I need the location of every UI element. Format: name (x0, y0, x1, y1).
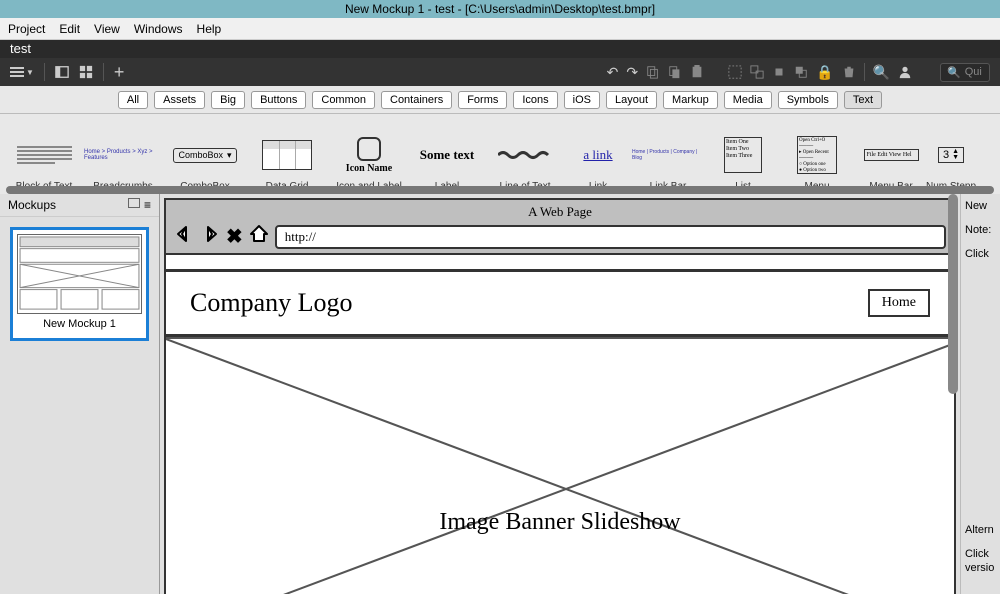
panel-view-icon[interactable] (128, 198, 140, 208)
menubar: Project Edit View Windows Help (0, 18, 1000, 40)
ungroup-icon[interactable] (750, 65, 764, 79)
cat-symbols[interactable]: Symbols (778, 91, 838, 109)
mockups-panel-title: Mockups (8, 198, 56, 212)
mockups-panel: Mockups ≡ (0, 194, 160, 594)
lib-num-stepper[interactable]: 3▲▼ Num.Stepp (930, 118, 972, 194)
menu-project[interactable]: Project (8, 22, 45, 36)
cat-layout[interactable]: Layout (606, 91, 657, 109)
home-button[interactable]: Home (868, 289, 930, 317)
browser-home-icon[interactable] (249, 224, 269, 249)
cat-icons[interactable]: Icons (513, 91, 557, 109)
browser-window-widget[interactable]: A Web Page ✖ http:// Company Logo Home (164, 198, 956, 594)
duplicate-icon[interactable] (668, 65, 682, 79)
image-slideshow-widget[interactable]: Image Banner Slideshow (166, 337, 954, 594)
redo-icon[interactable]: ↷ (626, 64, 638, 81)
panel-version[interactable]: versio (965, 562, 996, 574)
menu-edit[interactable]: Edit (59, 22, 80, 36)
search-icon: 🔍 (947, 66, 961, 79)
group-icon[interactable] (728, 65, 742, 79)
add-icon[interactable]: + (114, 62, 125, 83)
properties-panel: New Note: Click Altern Click versio (960, 194, 1000, 594)
cat-all[interactable]: All (118, 91, 148, 109)
undo-icon[interactable]: ↶ (607, 64, 619, 81)
lib-list[interactable]: Item OneItem TwoItem Three List (708, 118, 778, 194)
thumbnail-label: New Mockup 1 (17, 314, 142, 334)
lib-combobox[interactable]: ComboBox▾ ComboBox (166, 118, 244, 194)
window-titlebar: New Mockup 1 - test - [C:\Users\admin\De… (0, 0, 1000, 18)
cat-containers[interactable]: Containers (381, 91, 452, 109)
lib-data-grid[interactable]: Data Grid (248, 118, 326, 194)
browser-forward-icon[interactable] (200, 224, 220, 249)
cat-buttons[interactable]: Buttons (251, 91, 306, 109)
lib-label[interactable]: Some text Label (412, 118, 482, 194)
panel-notes[interactable]: Note: (965, 224, 996, 236)
menu-windows[interactable]: Windows (134, 22, 183, 36)
quick-search[interactable]: 🔍 Qui (940, 63, 990, 82)
library-scrollbar[interactable] (6, 186, 994, 194)
lib-block-of-text[interactable]: Block of Text (8, 118, 80, 194)
lib-menu-bar[interactable]: File Edit View Hel Menu Bar (856, 118, 926, 194)
cat-ios[interactable]: iOS (564, 91, 600, 109)
slideshow-label: Image Banner Slideshow (166, 509, 954, 536)
lib-line-of-text[interactable]: Line of Text (486, 118, 564, 194)
search-placeholder: Qui (965, 66, 982, 78)
panel-list-icon[interactable]: ≡ (144, 198, 151, 212)
browser-title: A Web Page (174, 204, 946, 220)
cat-text[interactable]: Text (844, 91, 882, 109)
main-area: Mockups ≡ (0, 194, 1000, 594)
browser-stop-icon[interactable]: ✖ (226, 224, 243, 249)
cat-big[interactable]: Big (211, 91, 245, 109)
lib-menu[interactable]: Open Ctrl+O────▸ Open Recent────○ Option… (782, 118, 852, 194)
panel-new[interactable]: New (965, 200, 996, 212)
zoom-icon[interactable]: 🔍 (873, 64, 890, 81)
panel-left-icon[interactable] (55, 65, 69, 79)
cat-forms[interactable]: Forms (458, 91, 507, 109)
lib-link-bar[interactable]: Home | Products | Company | Blog Link Ba… (632, 118, 704, 194)
menu-help[interactable]: Help (197, 22, 222, 36)
lock-icon[interactable]: 🔒 (816, 64, 833, 81)
bring-front-icon[interactable] (772, 65, 786, 79)
canvas-area[interactable]: A Web Page ✖ http:// Company Logo Home (160, 194, 960, 594)
cat-common[interactable]: Common (312, 91, 375, 109)
panel-click[interactable]: Click (965, 248, 996, 260)
lib-breadcrumbs[interactable]: Home > Products > Xyz > Features Breadcr… (84, 118, 162, 194)
category-bar: All Assets Big Buttons Common Containers… (0, 86, 1000, 114)
canvas-scrollbar[interactable] (948, 194, 958, 394)
paste-icon[interactable] (690, 65, 704, 79)
person-icon[interactable] (898, 65, 912, 79)
mockup-thumbnail[interactable]: New Mockup 1 (10, 227, 149, 341)
menu-view[interactable]: View (94, 22, 120, 36)
panel-alternates[interactable]: Altern (965, 524, 996, 536)
browser-url-bar[interactable]: http:// (275, 225, 946, 249)
cat-assets[interactable]: Assets (154, 91, 205, 109)
cat-media[interactable]: Media (724, 91, 772, 109)
cat-markup[interactable]: Markup (663, 91, 718, 109)
company-logo-text[interactable]: Company Logo (190, 288, 353, 318)
panel-click2[interactable]: Click (965, 548, 996, 560)
lib-link[interactable]: a link Link (568, 118, 628, 194)
main-toolbar: ▼ + ↶ ↷ 🔒 🔍 🔍 Qui (0, 58, 1000, 86)
copy-icon[interactable] (646, 65, 660, 79)
browser-back-icon[interactable] (174, 224, 194, 249)
project-name-bar: test (0, 40, 1000, 58)
grid-view-icon[interactable] (79, 65, 93, 79)
lib-icon-and-label[interactable]: Icon Name Icon and Label (330, 118, 408, 194)
send-back-icon[interactable] (794, 65, 808, 79)
trash-icon[interactable] (842, 65, 856, 79)
component-library[interactable]: Block of Text Home > Products > Xyz > Fe… (0, 114, 1000, 194)
hamburger-menu-icon[interactable]: ▼ (10, 67, 34, 77)
